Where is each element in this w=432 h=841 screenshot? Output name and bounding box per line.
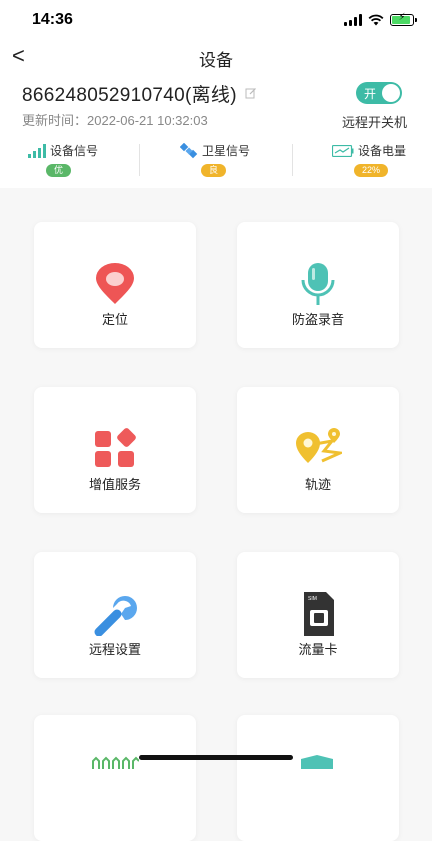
battery-level-label: 设备电量	[358, 144, 407, 158]
battery-level-stat: 设备电量 22%	[332, 142, 432, 177]
data-card-label: 流量卡	[298, 642, 338, 657]
device-header: 866248052910740(离线) 更新时间：2022-06-21 10:3…	[0, 74, 432, 132]
toggle-knob	[382, 84, 400, 102]
device-signal-label: 设备信号	[50, 144, 99, 158]
stats-row: 设备信号 优 卫星信号 良 设备电量 22%	[0, 132, 432, 188]
battery-level-badge: 22%	[354, 164, 389, 177]
page-title: 设备	[199, 51, 233, 70]
divider	[139, 144, 140, 176]
fence-icon	[92, 756, 139, 769]
edit-icon[interactable]	[245, 87, 257, 99]
satellite-signal-label: 卫星信号	[202, 144, 251, 158]
toggle-label: 开	[364, 87, 377, 101]
battery-icon: ⚡	[390, 12, 417, 26]
update-time: 更新时间：2022-06-21 10:32:03	[22, 113, 208, 128]
wrench-icon	[94, 596, 137, 636]
microphone-icon	[301, 263, 335, 305]
remote-power-toggle[interactable]: 开	[356, 82, 402, 104]
status-bar: 14:36 ⚡	[0, 0, 432, 40]
device-id-row: 866248052910740(离线)	[22, 80, 257, 107]
device-signal-badge: 优	[46, 164, 72, 177]
location-pin-icon	[96, 263, 134, 304]
status-icons: ⚡	[344, 12, 417, 28]
remote-settings-card[interactable]: 远程设置	[34, 552, 196, 678]
satellite-signal-stat: 卫星信号 良	[180, 142, 300, 177]
sim-card-icon: SIM	[304, 592, 334, 636]
feature-card-partial[interactable]	[237, 715, 399, 841]
feature-card-partial[interactable]	[34, 715, 196, 841]
value-added-services-label: 增值服务	[88, 477, 141, 492]
signal-bars-icon	[28, 143, 46, 158]
location-card[interactable]: 定位	[34, 222, 196, 348]
anti-theft-recording-card[interactable]: 防盗录音	[237, 222, 399, 348]
cellular-signal-icon	[344, 14, 362, 26]
home-indicator	[139, 755, 293, 760]
battery-level-icon	[332, 144, 354, 157]
satellite-icon	[180, 142, 198, 158]
data-card-card[interactable]: SIM 流量卡	[237, 552, 399, 678]
remote-settings-label: 远程设置	[88, 642, 141, 657]
apps-grid-icon	[95, 428, 136, 467]
anti-theft-recording-label: 防盗录音	[291, 312, 344, 327]
wifi-icon	[368, 14, 384, 26]
satellite-signal-badge: 良	[201, 164, 227, 177]
value-added-services-card[interactable]: 增值服务	[34, 387, 196, 513]
status-time: 14:36	[32, 11, 73, 28]
sim-icon-text: SIM	[308, 596, 317, 602]
divider	[292, 144, 293, 176]
route-track-icon	[296, 428, 342, 463]
location-label: 定位	[101, 312, 128, 327]
remote-power-caption: 远程开关机	[342, 115, 408, 130]
device-signal-stat: 设备信号 优	[28, 142, 148, 177]
nav-bar: < 设备	[0, 40, 432, 74]
track-card[interactable]: 轨迹	[237, 387, 399, 513]
device-id: 866248052910740(离线)	[22, 85, 237, 106]
track-label: 轨迹	[304, 477, 331, 492]
shield-icon	[301, 755, 333, 769]
